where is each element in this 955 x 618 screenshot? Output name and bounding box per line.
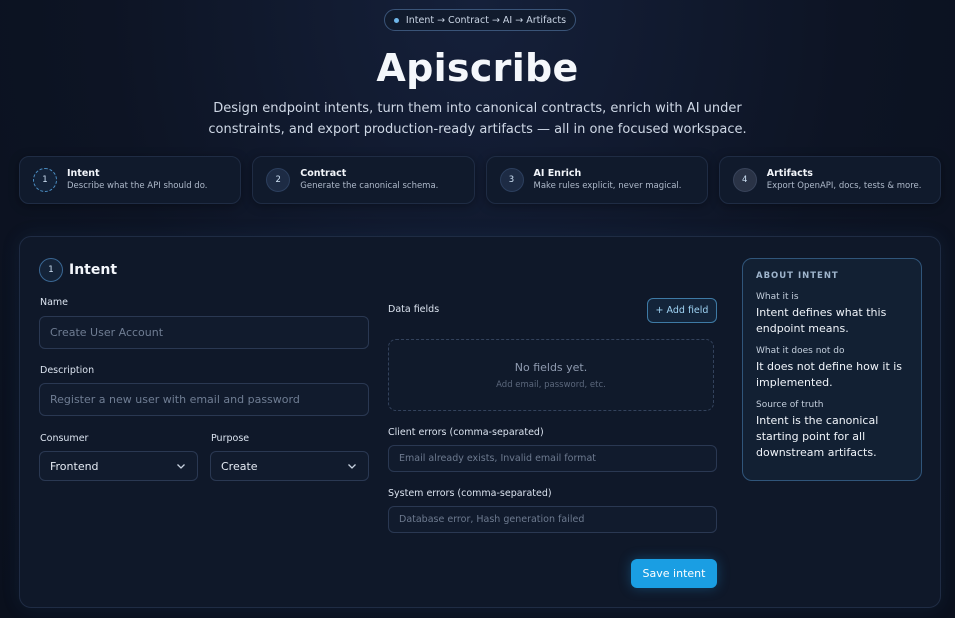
name-label: Name xyxy=(40,297,69,308)
about-question: Source of truth xyxy=(756,400,824,410)
purpose-value: Create xyxy=(221,459,258,473)
description-placeholder: Register a new user with email and passw… xyxy=(50,393,300,406)
step-number: 4 xyxy=(732,168,757,192)
chevron-down-icon xyxy=(177,464,185,469)
step-description: Generate the canonical schema. xyxy=(300,180,439,191)
step-intent[interactable]: 1 Intent Describe what the API should do… xyxy=(19,156,242,204)
page-title: Apiscribe xyxy=(376,46,579,90)
step-number: 2 xyxy=(266,168,291,192)
name-placeholder: Create User Account xyxy=(50,326,164,339)
section-title: Intent xyxy=(69,262,118,278)
about-heading: ABOUT INTENT xyxy=(756,271,839,281)
step-title: Intent xyxy=(67,167,100,179)
client-errors-label: Client errors (comma-separated) xyxy=(388,427,544,438)
description-input[interactable]: Register a new user with email and passw… xyxy=(39,383,369,416)
dot-icon xyxy=(393,17,399,23)
consumer-select[interactable]: Frontend xyxy=(39,451,198,481)
step-title: Contract xyxy=(300,167,347,179)
step-number: 1 xyxy=(33,168,57,192)
step-number: 3 xyxy=(499,168,524,192)
step-title: AI Enrich xyxy=(533,167,582,179)
name-input[interactable]: Create User Account xyxy=(39,316,369,349)
client-errors-placeholder: Email already exists, Invalid email form… xyxy=(399,453,596,464)
about-answer: Intent defines what this endpoint means. xyxy=(756,306,887,335)
consumer-label: Consumer xyxy=(40,433,89,444)
step-ai-enrich[interactable]: 3 AI Enrich Make rules explicit, never m… xyxy=(485,156,708,204)
step-contract[interactable]: 2 Contract Generate the canonical schema… xyxy=(252,156,475,204)
system-errors-placeholder: Database error, Hash generation failed xyxy=(399,514,585,525)
save-intent-button[interactable]: Save intent xyxy=(631,559,717,588)
client-errors-input[interactable]: Email already exists, Invalid email form… xyxy=(388,445,717,472)
step-title: Artifacts xyxy=(766,167,813,179)
step-description: Make rules explicit, never magical. xyxy=(533,180,682,191)
empty-state-title: No fields yet. xyxy=(514,360,588,374)
flow-pill: Intent → Contract → AI → Artifacts xyxy=(384,9,576,31)
empty-state-hint: Add email, password, etc. xyxy=(496,379,606,390)
add-field-button[interactable]: + Add field xyxy=(647,298,717,323)
system-errors-label: System errors (comma-separated) xyxy=(388,488,552,499)
flow-pill-text: Intent → Contract → AI → Artifacts xyxy=(405,14,567,26)
description-label: Description xyxy=(40,365,95,376)
step-description: Export OpenAPI, docs, tests & more. xyxy=(766,180,922,191)
intent-card: 1 Intent Name Create User Account Descri… xyxy=(19,236,941,608)
step-description: Describe what the API should do. xyxy=(67,180,208,191)
purpose-label: Purpose xyxy=(211,433,250,444)
about-question: What it is xyxy=(756,292,799,302)
steps-bar: 1 Intent Describe what the API should do… xyxy=(19,156,941,204)
system-errors-input[interactable]: Database error, Hash generation failed xyxy=(388,506,717,533)
data-fields-label: Data fields xyxy=(388,304,440,315)
section-number: 1 xyxy=(39,258,63,282)
about-intent-panel: ABOUT INTENT What it is Intent defines w… xyxy=(742,258,922,481)
about-question: What it does not do xyxy=(756,346,845,356)
step-artifacts[interactable]: 4 Artifacts Export OpenAPI, docs, tests … xyxy=(718,156,941,204)
about-answer: It does not define how it is implemented… xyxy=(756,360,903,389)
consumer-value: Frontend xyxy=(50,459,99,473)
data-fields-empty-state: No fields yet. Add email, password, etc. xyxy=(388,339,714,411)
chevron-down-icon xyxy=(348,464,356,469)
intent-card-header: 1 Intent xyxy=(39,258,117,282)
page-subtitle: Design endpoint intents, turn them into … xyxy=(208,101,747,137)
about-answer: Intent is the canonical starting point f… xyxy=(756,414,879,459)
purpose-select[interactable]: Create xyxy=(210,451,369,481)
